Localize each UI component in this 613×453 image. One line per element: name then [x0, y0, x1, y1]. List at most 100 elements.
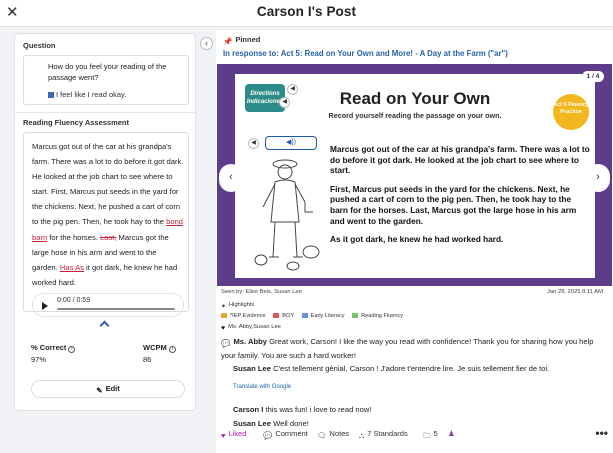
- collapse-panel-button[interactable]: ‹: [200, 37, 213, 50]
- pin-icon: 📌: [223, 37, 233, 46]
- heart-icon: ♥: [221, 431, 226, 440]
- pencil-icon: ✎: [96, 386, 103, 395]
- notes-button[interactable]: 🗨 Notes: [317, 429, 349, 440]
- error-word[interactable]: Has As: [60, 263, 84, 272]
- like-label: Liked: [228, 429, 247, 438]
- more-options-icon[interactable]: •••: [595, 426, 608, 440]
- tag-label: *IEP Evidence: [230, 313, 266, 319]
- comment: Susan Lee C'est tellement génial, Carson…: [233, 363, 608, 375]
- tag-item[interactable]: Early Literacy: [301, 313, 345, 319]
- wcpm-value: 86: [143, 355, 152, 364]
- users-icon: ♟: [448, 429, 455, 438]
- divider: [15, 112, 195, 113]
- standards-button[interactable]: ⛬ 7 Standards: [359, 429, 408, 441]
- passage-text: Marcus got out of the car at his grandpa…: [32, 142, 184, 227]
- chevron-up-icon[interactable]: [99, 320, 110, 331]
- tag-item[interactable]: BOY: [273, 313, 294, 319]
- like-button[interactable]: ♥ Liked: [221, 429, 246, 440]
- heart-icon: ♥: [221, 325, 226, 332]
- question-box: How do you feel your reading of the pass…: [23, 55, 189, 105]
- comment: 💬 Ms. Abby Great work, Carson! I like the…: [221, 336, 609, 361]
- tag-item[interactable]: *IEP Evidence: [221, 313, 266, 319]
- post-date: Jan 28, 2025 8:11 AM: [547, 289, 603, 295]
- highlights: ✦ Highlights: [221, 302, 254, 310]
- assessment-panel: Question How do you feel your reading of…: [14, 33, 196, 411]
- audio-time: 0:00 / 0:59: [57, 297, 91, 304]
- info-icon[interactable]: i: [168, 346, 176, 353]
- seen-by: Seen by: Elise Beis, Susan Lee: [221, 289, 302, 295]
- info-icon[interactable]: i: [68, 346, 76, 353]
- folder-icon: 🗀: [423, 431, 431, 440]
- folder-icon: [221, 313, 227, 318]
- percent-correct-label: % Correct i: [31, 343, 76, 353]
- error-word[interactable]: barn: [32, 233, 47, 242]
- slide-paragraph: As it got dark, he knew he had worked ha…: [330, 234, 504, 245]
- comment-label: Comment: [275, 429, 308, 438]
- omitted-word[interactable]: Last,: [100, 233, 116, 242]
- tag-list: *IEP Evidence BOY Early Literacy Reading…: [221, 313, 409, 319]
- speaker-icon[interactable]: ◀: [248, 138, 259, 149]
- question-label: Question: [23, 41, 56, 50]
- translate-link[interactable]: Translate with Google: [233, 384, 291, 390]
- action-bar: ♥ Liked 💬 Comment 🗨 Notes ⛬ 7 Standards 🗀 5 ♟…: [221, 426, 608, 443]
- wcpm-text: WCPM: [143, 343, 167, 352]
- response-to-link[interactable]: In response to: Act 5: Read on Your Own …: [223, 49, 508, 58]
- comment-text: Great work, Carson! I like the way you r…: [221, 337, 594, 360]
- comment-icon: 💬: [263, 431, 273, 440]
- fluency-passage: Marcus got out of the car at his grandpa…: [32, 139, 184, 290]
- audio-player[interactable]: 0:00 / 0:59: [32, 293, 184, 317]
- answer-marker-icon: [48, 92, 54, 98]
- folders-button[interactable]: 🗀 5: [423, 429, 438, 443]
- question-text: How do you feel your reading of the pass…: [48, 62, 167, 82]
- tag-item[interactable]: Reading Fluency: [352, 313, 403, 319]
- comment-text: this was fun! i love to read now!: [265, 405, 372, 414]
- activity-badge: Act 5 Fluency Practice: [553, 94, 589, 130]
- slide-paragraph: Marcus got out of the car at his grandpa…: [330, 144, 590, 176]
- standards-icon: ⛬: [359, 431, 365, 440]
- slide-paragraph: First, Marcus put seeds in the yard for …: [330, 183, 577, 226]
- users-button[interactable]: ♟: [448, 429, 455, 438]
- wcpm-label: WCPM i: [143, 343, 176, 353]
- folder-icon: [352, 313, 359, 318]
- activity-slide: 1 / 4 ‹ › Directions Indicaciones ◀ ◀ Re…: [217, 64, 612, 286]
- audio-play-box[interactable]: ◀)): [265, 136, 317, 150]
- percent-correct-value: 97%: [31, 355, 47, 364]
- slide-passage: Marcus got out of the car at his grandpa…: [330, 144, 590, 253]
- audio-progress[interactable]: [57, 308, 175, 310]
- comment-text: C'est tellement génial, Carson ! J'adore…: [273, 364, 550, 373]
- next-slide-button[interactable]: ›: [586, 164, 610, 192]
- tag-label: Early Literacy: [310, 313, 345, 319]
- question-answer: I feel like I read okay.: [56, 90, 127, 99]
- page-title: Carson I's Post: [256, 4, 357, 19]
- percent-correct-text: % Correct: [31, 343, 67, 352]
- comment: Carson I this was fun! i love to read no…: [233, 405, 371, 414]
- pinned-text: Pinned: [235, 35, 261, 44]
- prev-slide-button[interactable]: ‹: [219, 164, 243, 192]
- tag-label: BOY: [282, 313, 295, 319]
- slide-subtitle: Record yourself reading the passage on y…: [328, 111, 502, 120]
- comment-author: Ms. Abby: [233, 337, 267, 346]
- speech-bubble-icon: 💬: [221, 339, 231, 348]
- slide-page: Directions Indicaciones ◀ ◀ Read on Your…: [235, 74, 595, 278]
- comment: Susan Lee Well done!: [233, 419, 309, 428]
- comment-text: Well done!: [273, 419, 309, 428]
- post-panel: 📌 Pinned In response to: Act 5: Read on Y…: [216, 30, 613, 453]
- comment-button[interactable]: 💬 Comment: [263, 429, 308, 440]
- notes-label: Notes: [329, 429, 350, 438]
- highlights-label: Highlights: [228, 302, 255, 308]
- comment-author: Carson I: [233, 405, 264, 414]
- slide-counter: 1 / 4: [582, 71, 604, 82]
- sparkle-icon: ✦: [221, 304, 226, 310]
- edit-label: Edit: [105, 384, 120, 393]
- error-word[interactable]: bond: [166, 217, 183, 226]
- fluency-label: Reading Fluency Assessment: [23, 118, 130, 127]
- note-icon: 🗨: [317, 431, 327, 440]
- fluency-passage-box: Marcus got out of the car at his grandpa…: [23, 132, 189, 317]
- play-icon[interactable]: [42, 302, 48, 310]
- comment-author: Susan Lee: [233, 419, 271, 428]
- standards-label: 7 Standards: [367, 429, 408, 438]
- edit-button[interactable]: ✎ Edit: [31, 380, 185, 398]
- comment-author: Susan Lee: [233, 364, 271, 373]
- folder-icon: [273, 313, 280, 318]
- pinned-label: 📌 Pinned: [223, 35, 260, 46]
